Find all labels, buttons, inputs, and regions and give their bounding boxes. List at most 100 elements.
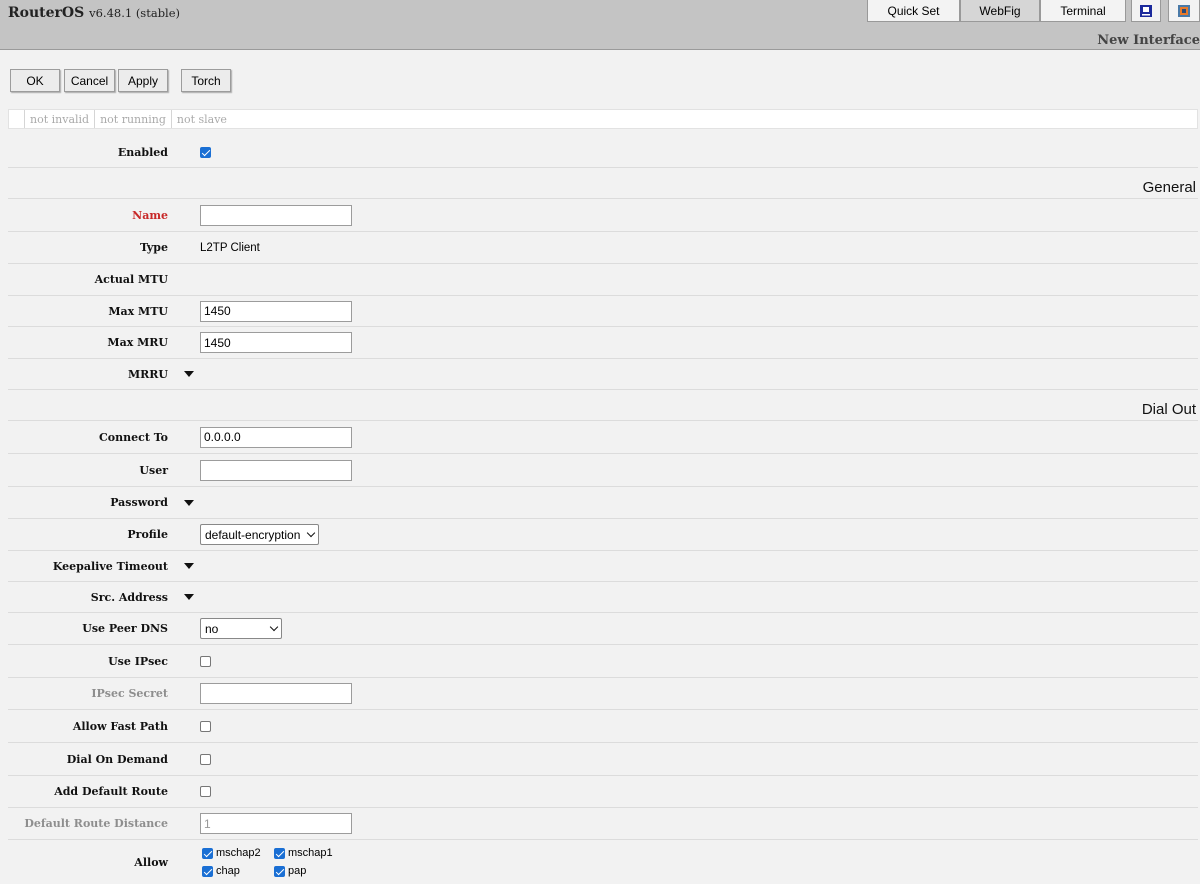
status-bar: not invalid not running not slave [8, 109, 1198, 129]
allow-option-label: mschap2 [216, 847, 261, 859]
cancel-button[interactable]: Cancel [64, 69, 115, 92]
add-default-route-checkbox[interactable] [200, 786, 211, 797]
top-bar: RouterOS v6.48.1 (stable) Quick Set WebF… [0, 0, 1200, 50]
row-connect-to: Connect To [8, 421, 1198, 454]
app-version: v6.48.1 (stable) [89, 6, 181, 20]
row-keepalive: Keepalive Timeout [8, 551, 1198, 582]
use-peer-dns-selected-value: no [205, 621, 219, 636]
enabled-checkbox[interactable] [200, 146, 211, 158]
allow-option-label: chap [216, 865, 240, 877]
webfig-button[interactable]: WebFig [960, 0, 1040, 22]
row-profile: Profile default-encryption [8, 519, 1198, 551]
status-flag: not invalid [25, 110, 96, 128]
row-allow-fast-path: Allow Fast Path [8, 710, 1198, 743]
allow-option-mschap2[interactable]: mschap2 [202, 847, 261, 859]
section-general-title: General [1142, 179, 1196, 196]
allow-chap-checkbox[interactable] [202, 865, 213, 877]
profile-label: Profile [127, 528, 168, 541]
allow-pap-checkbox[interactable] [274, 865, 285, 877]
status-spacer [9, 110, 25, 128]
apply-button[interactable]: Apply [118, 69, 168, 92]
row-use-peer-dns: Use Peer DNS no [8, 613, 1198, 645]
status-flag: not slave [176, 112, 227, 126]
user-input[interactable] [200, 459, 352, 481]
status-flag: not running [95, 110, 172, 128]
src-address-expand-icon[interactable] [184, 594, 194, 600]
max-mru-label: Max MRU [107, 336, 168, 349]
connect-to-label: Connect To [99, 430, 168, 444]
type-value: L2TP Client [200, 241, 260, 254]
allow-mschap1-checkbox[interactable] [274, 847, 285, 859]
row-use-ipsec: Use IPsec [8, 645, 1198, 678]
mrru-label: MRRU [127, 367, 168, 381]
use-ipsec-checkbox[interactable] [200, 655, 211, 667]
row-user: User [8, 454, 1198, 487]
user-label: User [139, 463, 168, 477]
max-mtu-input[interactable] [200, 300, 352, 322]
ipsec-secret-input[interactable] [200, 683, 352, 704]
allow-option-pap[interactable]: pap [274, 865, 306, 877]
allow-option-label: mschap1 [288, 847, 333, 859]
ipsec-secret-label: IPsec Secret [91, 687, 168, 700]
max-mru-input[interactable] [200, 332, 352, 353]
password-expand-icon[interactable] [184, 499, 194, 506]
dial-on-demand-label: Dial On Demand [66, 752, 168, 766]
type-label: Type [139, 241, 168, 254]
keepalive-label: Keepalive Timeout [52, 559, 168, 573]
row-ipsec-secret: IPsec Secret [8, 678, 1198, 710]
row-password: Password [8, 487, 1198, 519]
quick-set-button[interactable]: Quick Set [867, 0, 960, 22]
row-max-mru: Max MRU [8, 327, 1198, 359]
use-peer-dns-label: Use Peer DNS [82, 622, 168, 635]
use-peer-dns-select[interactable]: no [200, 618, 282, 639]
chevron-down-icon [269, 622, 279, 632]
torch-button[interactable]: Torch [181, 69, 231, 92]
mrru-expand-icon[interactable] [184, 371, 194, 377]
row-dial-on-demand: Dial On Demand [8, 743, 1198, 776]
terminal-button[interactable]: Terminal [1040, 0, 1126, 22]
allow-mschap2-checkbox[interactable] [202, 847, 213, 859]
app-name: RouterOS [8, 5, 85, 21]
ok-button[interactable]: OK [10, 69, 60, 92]
allow-option-chap[interactable]: chap [202, 865, 240, 877]
row-type: Type L2TP Client [8, 232, 1198, 264]
use-ipsec-label: Use IPsec [108, 654, 168, 668]
row-enabled: Enabled [8, 137, 1198, 168]
dial-on-demand-checkbox[interactable] [200, 753, 211, 765]
page-title: New Interface [1097, 33, 1200, 48]
keepalive-expand-icon[interactable] [184, 563, 194, 569]
connect-to-input[interactable] [200, 426, 352, 448]
section-dial-out: Dial Out [8, 390, 1198, 421]
design-skin-icon[interactable] [1168, 0, 1200, 22]
default-route-distance-input[interactable] [200, 813, 352, 834]
row-allow: Allow [8, 840, 1198, 884]
row-default-route-distance: Default Route Distance [8, 808, 1198, 840]
allow-fast-path-label: Allow Fast Path [72, 719, 168, 733]
app-brand: RouterOS v6.48.1 (stable) [8, 5, 180, 21]
add-default-route-label: Add Default Route [54, 785, 168, 798]
row-mrru: MRRU [8, 359, 1198, 390]
chevron-down-icon [306, 528, 316, 538]
allow-fast-path-checkbox[interactable] [200, 720, 211, 732]
actual-mtu-label: Actual MTU [94, 273, 168, 286]
max-mtu-label: Max MTU [108, 304, 168, 318]
row-src-address: Src. Address [8, 582, 1198, 613]
default-route-distance-label: Default Route Distance [24, 817, 168, 830]
name-label: Name [132, 208, 168, 222]
allow-option-mschap1[interactable]: mschap1 [274, 847, 333, 859]
allow-label: Allow [134, 855, 168, 869]
row-max-mtu: Max MTU [8, 296, 1198, 327]
enabled-label: Enabled [117, 145, 168, 159]
section-general: General [8, 168, 1198, 199]
row-actual-mtu: Actual MTU [8, 264, 1198, 296]
row-add-default-route: Add Default Route [8, 776, 1198, 808]
profile-selected-value: default-encryption [205, 527, 301, 542]
help-icon[interactable] [1131, 0, 1161, 22]
src-address-label: Src. Address [90, 590, 168, 604]
allow-option-label: pap [288, 865, 307, 877]
profile-select[interactable]: default-encryption [200, 524, 319, 545]
section-dial-out-title: Dial Out [1141, 401, 1196, 418]
row-name: Name [8, 199, 1198, 232]
name-input[interactable] [200, 204, 352, 226]
password-label: Password [110, 496, 168, 509]
